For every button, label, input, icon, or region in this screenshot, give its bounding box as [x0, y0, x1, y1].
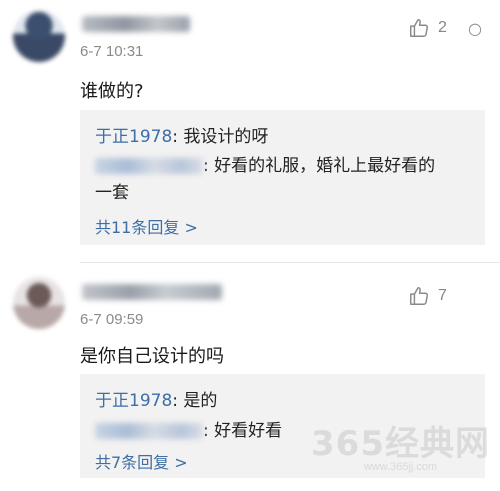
- reply-box: 于正1978: 我设计的呀 : 好看的礼服，婚礼上最好看的 一套 共11条回复 …: [80, 110, 485, 245]
- reply-text: 好看好看: [214, 421, 283, 441]
- reply-username[interactable]: [95, 423, 203, 439]
- comment-text: 是你自己设计的吗: [80, 346, 224, 367]
- reply-item[interactable]: : 好看的礼服，婚礼上最好看的: [95, 151, 435, 176]
- thumbs-up-icon: [410, 19, 428, 37]
- avatar[interactable]: [13, 10, 65, 62]
- like-count: 7: [438, 287, 447, 304]
- more-icon[interactable]: ○: [468, 19, 482, 38]
- like-button[interactable]: 2: [408, 17, 447, 39]
- reply-text: 是的: [183, 391, 218, 411]
- watermark: 365经典网 www.365jj.com: [311, 416, 490, 473]
- comment-1: 6-7 10:31 2 ○ 谁做的? 于正1978: 我设计的呀 : 好看的礼服…: [0, 0, 500, 262]
- reply-username[interactable]: [95, 158, 203, 174]
- reply-text: 好看的礼服，婚礼上最好看的: [214, 156, 436, 176]
- watermark-text: 365经典网: [311, 424, 490, 464]
- view-replies-link[interactable]: 共11条回复 >: [95, 214, 198, 238]
- reply-item[interactable]: 于正1978: 我设计的呀: [95, 122, 268, 147]
- like-count: 2: [438, 19, 447, 36]
- thumbs-up-icon: [410, 287, 428, 305]
- reply-item[interactable]: 于正1978: 是的: [95, 386, 217, 411]
- comment-text: 谁做的?: [80, 81, 144, 102]
- like-button[interactable]: 7: [408, 285, 447, 307]
- username[interactable]: [82, 16, 190, 32]
- reply-text: 我设计的呀: [183, 127, 269, 147]
- timestamp: 6-7 09:59: [80, 311, 144, 328]
- timestamp: 6-7 10:31: [80, 43, 144, 60]
- reply-username[interactable]: 于正1978: [95, 127, 172, 147]
- reply-text-continuation: 一套: [95, 183, 129, 203]
- view-replies-link[interactable]: 共7条回复 >: [95, 449, 188, 473]
- username[interactable]: [82, 284, 222, 300]
- avatar[interactable]: [13, 277, 65, 329]
- reply-username[interactable]: 于正1978: [95, 391, 172, 411]
- reply-item[interactable]: : 好看好看: [95, 416, 282, 441]
